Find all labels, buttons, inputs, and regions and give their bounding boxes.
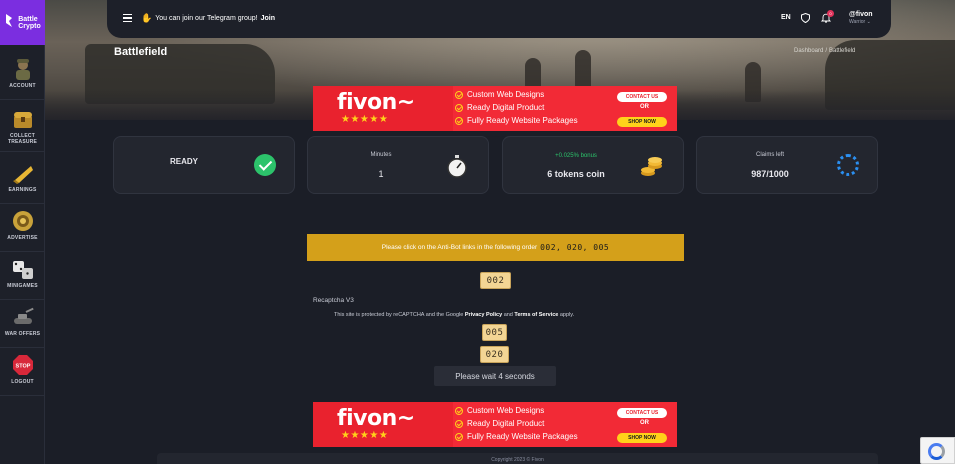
stopwatch-icon	[447, 155, 467, 178]
breadcrumb-current: Battlefield	[829, 48, 856, 54]
breadcrumb: Dashboard / Battlefield	[794, 48, 856, 54]
ad-line: Custom Web Designs	[467, 406, 545, 415]
gold-bar-icon	[12, 166, 33, 184]
sidebar-item-label: MINIGAMES	[7, 283, 38, 289]
sidebar-item-advertise[interactable]: ADVERTISE	[0, 204, 45, 252]
soldier-icon	[15, 59, 30, 80]
sidebar-item-label: ACCOUNT	[9, 83, 36, 89]
reward-card: +0.025% bonus 6 tokens coin	[502, 136, 684, 194]
wave-hand-icon: ✋	[141, 13, 153, 23]
breadcrumb-dashboard[interactable]: Dashboard	[794, 48, 823, 54]
recaptcha-icon	[928, 443, 945, 460]
antibot-link[interactable]: 005	[482, 324, 507, 341]
minutes-label: Minutes	[370, 152, 392, 158]
antibot-link[interactable]: 020	[480, 346, 509, 363]
sidebar-item-label: ADVERTISE	[7, 235, 38, 241]
recaptcha-badge[interactable]	[920, 437, 955, 464]
recaptcha-note: This site is protected by reCAPTCHA and …	[334, 312, 575, 318]
status-card: READY	[113, 136, 295, 194]
sidebar-item-collect-treasure[interactable]: COLLECT TREASURE	[0, 102, 45, 152]
antibot-order: 002, 020, 005	[540, 243, 610, 252]
sidebar-item-label: COLLECT TREASURE	[7, 133, 38, 145]
ad-contact-button[interactable]: CONTACT US	[617, 92, 667, 102]
user-name: @fivon	[849, 11, 873, 18]
footer-text: Copyright 2023 © Fivon	[491, 457, 544, 463]
user-menu[interactable]: @fivon Warrior ⌄	[849, 11, 873, 25]
sidebar-item-war-offers[interactable]: WAR OFFERS	[0, 300, 45, 348]
sidebar-item-label: WAR OFFERS	[4, 331, 41, 337]
sidebar-item-account[interactable]: ACCOUNT	[0, 52, 45, 100]
menu-icon[interactable]	[123, 14, 132, 22]
top-bar: ✋ You can join our Telegram group! Join …	[107, 0, 891, 38]
sidebar-item-logout[interactable]: STOP LOGOUT	[0, 348, 45, 396]
antibot-link[interactable]: 002	[480, 272, 511, 289]
check-circle-icon	[254, 154, 276, 176]
ad-or: OR	[640, 420, 649, 426]
notification-badge: 0	[827, 10, 834, 17]
sidebar-item-minigames[interactable]: MINIGAMES	[0, 252, 45, 300]
ad-line: Ready Digital Product	[467, 103, 545, 112]
sidebar-item-label: EARNINGS	[8, 187, 37, 193]
ad-brand: fivon~	[337, 406, 415, 431]
check-icon	[455, 90, 463, 99]
check-icon	[455, 103, 463, 112]
dice-icon	[12, 261, 33, 279]
claims-label: Claims left	[755, 152, 784, 158]
footer: Copyright 2023 © Fivon	[157, 453, 878, 464]
terms-of-service-link[interactable]: Terms of Service	[514, 312, 558, 318]
ad-shop-button[interactable]: SHOP NOW	[617, 117, 667, 127]
tank-icon	[13, 307, 34, 324]
ad-banner-bottom[interactable]: fivon~ ★★★★★ Custom Web Designs Ready Di…	[313, 402, 677, 447]
announcement-text: You can join our Telegram group!	[155, 15, 258, 22]
minutes-card: Minutes 1	[307, 136, 489, 194]
brand-line1: Battle	[18, 15, 38, 23]
bonus-text: +0.025% bonus	[555, 153, 597, 159]
sidebar: Battle Crypto ACCOUNT COLLECT TREASURE E…	[0, 0, 45, 464]
check-icon	[455, 419, 463, 428]
privacy-policy-link[interactable]: Privacy Policy	[465, 312, 502, 318]
user-role: Warrior ⌄	[849, 19, 871, 25]
ad-line: Fully Ready Website Packages	[467, 432, 578, 441]
ad-or: OR	[640, 104, 649, 110]
page-title: Battlefield	[114, 46, 168, 58]
announcement: ✋ You can join our Telegram group! Join	[141, 13, 275, 24]
check-icon	[455, 116, 463, 125]
ad-contact-button[interactable]: CONTACT US	[617, 408, 667, 418]
ad-stars: ★★★★★	[341, 114, 389, 125]
join-link[interactable]: Join	[261, 15, 275, 22]
minutes-value: 1	[378, 169, 384, 179]
recaptcha-title: Recaptcha V3	[313, 297, 354, 304]
antibot-text: Please click on the Anti-Bot links in th…	[381, 244, 538, 251]
chevron-down-icon: ⌄	[866, 19, 871, 25]
claims-card: Claims left 987/1000	[696, 136, 878, 194]
wait-button[interactable]: Please wait 4 seconds	[434, 366, 556, 386]
claims-value: 987/1000	[751, 169, 789, 179]
treasure-icon	[13, 112, 32, 128]
ad-shop-button[interactable]: SHOP NOW	[617, 433, 667, 443]
check-icon	[455, 432, 463, 441]
coins-icon	[641, 157, 662, 176]
antibot-instruction: Please click on the Anti-Bot links in th…	[307, 234, 684, 261]
ad-banner-top[interactable]: fivon~ ★★★★★ Custom Web Designs Ready Di…	[313, 86, 677, 131]
medal-icon	[12, 211, 33, 231]
reward-value: 6 tokens coin	[547, 169, 605, 179]
ad-line: Fully Ready Website Packages	[467, 116, 578, 125]
sidebar-item-earnings[interactable]: EARNINGS	[0, 156, 45, 204]
check-icon	[455, 406, 463, 415]
svg-text:STOP: STOP	[15, 364, 30, 370]
status-text: READY	[170, 157, 199, 166]
language-selector[interactable]: EN	[781, 14, 791, 21]
ad-line: Custom Web Designs	[467, 90, 545, 99]
ad-stars: ★★★★★	[341, 430, 389, 441]
brand-line2: Crypto	[18, 22, 41, 30]
loading-spinner-icon	[837, 154, 859, 176]
ad-brand: fivon~	[337, 90, 415, 115]
brand-logo[interactable]: Battle Crypto	[0, 0, 45, 45]
stop-sign-icon: STOP	[12, 355, 33, 375]
shield-icon[interactable]	[801, 13, 810, 23]
logo-icon	[6, 14, 12, 27]
ad-line: Ready Digital Product	[467, 419, 545, 428]
sidebar-item-label: LOGOUT	[11, 379, 34, 385]
